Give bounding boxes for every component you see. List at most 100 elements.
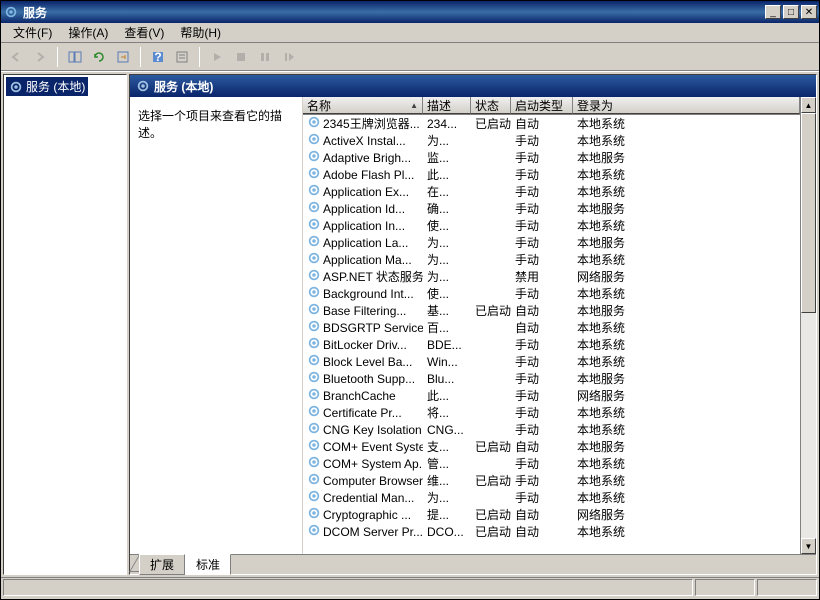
service-row[interactable]: Cryptographic ...提...已启动自动网络服务 (303, 506, 800, 523)
service-logon: 本地系统 (573, 353, 800, 370)
gear-icon (307, 455, 321, 472)
start-service-button[interactable] (206, 46, 228, 68)
content-header: 服务 (本地) (130, 75, 816, 97)
column-logon[interactable]: 登录为 (573, 97, 800, 114)
back-button[interactable] (5, 46, 27, 68)
window-title: 服务 (23, 4, 763, 21)
service-row[interactable]: Adobe Flash Pl...此...手动本地系统 (303, 166, 800, 183)
properties-button[interactable] (171, 46, 193, 68)
service-row[interactable]: ASP.NET 状态服务为...禁用网络服务 (303, 268, 800, 285)
service-row[interactable]: Application La...为...手动本地服务 (303, 234, 800, 251)
gear-icon (307, 302, 321, 319)
tab-standard[interactable]: 标准 (185, 554, 231, 575)
service-startup: 手动 (511, 149, 573, 166)
gear-icon (307, 251, 321, 268)
gear-icon (307, 268, 321, 285)
column-name[interactable]: 名称 (303, 97, 423, 114)
description-panel: 选择一个项目来查看它的描述。 (130, 97, 302, 554)
app-icon (3, 4, 19, 20)
service-logon: 本地系统 (573, 251, 800, 268)
service-row[interactable]: Application Id...确...手动本地服务 (303, 200, 800, 217)
scroll-track[interactable] (801, 113, 816, 538)
service-row[interactable]: Application In...使...手动本地系统 (303, 217, 800, 234)
restart-service-button[interactable] (278, 46, 300, 68)
menu-help[interactable]: 帮助(H) (172, 22, 229, 43)
service-row[interactable]: BitLocker Driv...BDE...手动本地系统 (303, 336, 800, 353)
service-desc: Win... (423, 355, 471, 369)
service-logon: 网络服务 (573, 506, 800, 523)
service-row[interactable]: Bluetooth Supp...Blu...手动本地服务 (303, 370, 800, 387)
service-row[interactable]: Background Int...使...手动本地系统 (303, 285, 800, 302)
description-prompt: 选择一个项目来查看它的描述。 (138, 109, 282, 140)
service-logon: 本地系统 (573, 115, 800, 132)
service-name: DCOM Server Pr... (323, 525, 423, 539)
service-row[interactable]: BDSGRTP Service百...自动本地系统 (303, 319, 800, 336)
gear-icon (307, 387, 321, 404)
tree-root-item[interactable]: 服务 (本地) (6, 77, 88, 96)
service-row[interactable]: ActiveX Instal...为...手动本地系统 (303, 132, 800, 149)
service-name: ActiveX Instal... (323, 134, 406, 148)
column-status[interactable]: 状态 (471, 97, 511, 114)
refresh-button[interactable] (88, 46, 110, 68)
service-row[interactable]: Credential Man...为...手动本地系统 (303, 489, 800, 506)
service-startup: 手动 (511, 455, 573, 472)
tree-root-label: 服务 (本地) (26, 78, 85, 95)
service-name: Application Ma... (323, 253, 412, 267)
help-button[interactable]: ? (147, 46, 169, 68)
service-row[interactable]: COM+ System Ap...管...手动本地系统 (303, 455, 800, 472)
view-tabs: 扩展 标准 (130, 554, 816, 574)
services-list: 名称 描述 状态 启动类型 登录为 2345王牌浏览器...234...已启动自… (302, 97, 816, 554)
service-name: Base Filtering... (323, 304, 406, 318)
service-logon: 本地系统 (573, 166, 800, 183)
service-name: Block Level Ba... (323, 355, 412, 369)
service-name: Cryptographic ... (323, 508, 411, 522)
service-desc: 为... (423, 132, 471, 149)
service-row[interactable]: Base Filtering...基...已启动自动本地服务 (303, 302, 800, 319)
service-row[interactable]: COM+ Event System支...已启动自动本地服务 (303, 438, 800, 455)
maximize-button[interactable]: □ (783, 5, 799, 19)
service-status: 已启动 (471, 523, 511, 540)
service-row[interactable]: Adaptive Brigh...监...手动本地服务 (303, 149, 800, 166)
scroll-thumb[interactable] (801, 113, 816, 313)
service-desc: 提... (423, 506, 471, 523)
service-name: Application La... (323, 236, 408, 250)
service-row[interactable]: BranchCache此...手动网络服务 (303, 387, 800, 404)
service-row[interactable]: Certificate Pr...将...手动本地系统 (303, 404, 800, 421)
menu-view[interactable]: 查看(V) (116, 22, 172, 43)
service-row[interactable]: Block Level Ba...Win...手动本地系统 (303, 353, 800, 370)
service-desc: 此... (423, 166, 471, 183)
minimize-button[interactable]: _ (765, 5, 781, 19)
gear-icon (307, 115, 321, 132)
service-row[interactable]: Application Ma...为...手动本地系统 (303, 251, 800, 268)
service-status: 已启动 (471, 115, 511, 132)
service-logon: 本地系统 (573, 319, 800, 336)
service-logon: 本地系统 (573, 421, 800, 438)
tab-extended[interactable]: 扩展 (139, 554, 185, 575)
export-button[interactable] (112, 46, 134, 68)
service-row[interactable]: CNG Key IsolationCNG...手动本地系统 (303, 421, 800, 438)
close-button[interactable]: ✕ (801, 5, 817, 19)
pause-service-button[interactable] (254, 46, 276, 68)
service-row[interactable]: 2345王牌浏览器...234...已启动自动本地系统 (303, 115, 800, 132)
service-name: Adaptive Brigh... (323, 151, 411, 165)
service-logon: 本地服务 (573, 234, 800, 251)
service-startup: 手动 (511, 387, 573, 404)
forward-button[interactable] (29, 46, 51, 68)
titlebar: 服务 _ □ ✕ (1, 1, 819, 23)
column-description[interactable]: 描述 (423, 97, 471, 114)
scroll-down-button[interactable]: ▼ (801, 538, 816, 554)
gear-icon (307, 183, 321, 200)
stop-service-button[interactable] (230, 46, 252, 68)
vertical-scrollbar[interactable]: ▲ ▼ (800, 97, 816, 554)
service-row[interactable]: DCOM Server Pr...DCO...已启动自动本地系统 (303, 523, 800, 540)
service-desc: CNG... (423, 423, 471, 437)
service-desc: 为... (423, 234, 471, 251)
show-hide-tree-button[interactable] (64, 46, 86, 68)
column-startup[interactable]: 启动类型 (511, 97, 573, 114)
gear-icon (307, 319, 321, 336)
service-row[interactable]: Application Ex...在...手动本地系统 (303, 183, 800, 200)
menu-action[interactable]: 操作(A) (60, 22, 116, 43)
service-row[interactable]: Computer Browser维...已启动手动本地系统 (303, 472, 800, 489)
scroll-up-button[interactable]: ▲ (801, 97, 816, 113)
menu-file[interactable]: 文件(F) (5, 22, 60, 43)
